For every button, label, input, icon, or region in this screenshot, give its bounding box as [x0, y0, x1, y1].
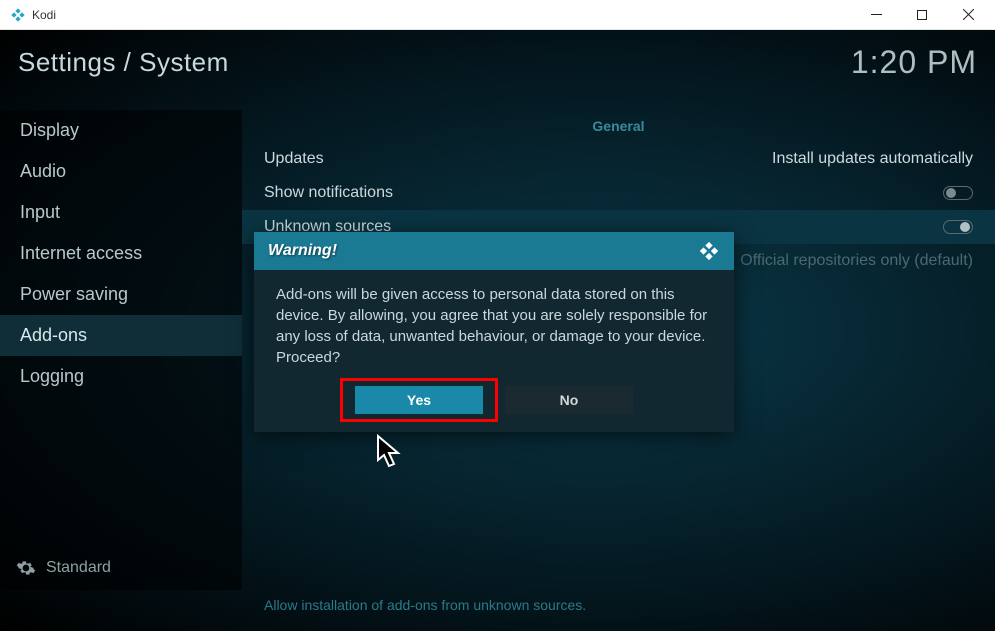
app-header: Settings / System 1:20 PM [18, 44, 977, 81]
window-title: Kodi [32, 8, 853, 22]
clock: 1:20 PM [851, 44, 977, 81]
settings-sidebar: Display Audio Input Internet access Powe… [0, 110, 242, 590]
section-header: General [242, 110, 995, 142]
minimize-button[interactable] [853, 0, 899, 30]
yes-button[interactable]: Yes [355, 386, 483, 414]
breadcrumb: Settings / System [18, 47, 229, 78]
sidebar-item-input[interactable]: Input [0, 192, 242, 233]
setting-value: Official repositories only (default) [740, 252, 973, 270]
maximize-button[interactable] [899, 0, 945, 30]
dialog-buttons: Yes No [254, 386, 734, 432]
sidebar-item-logging[interactable]: Logging [0, 356, 242, 397]
dialog-title: Warning! [268, 242, 337, 260]
sidebar-item-display[interactable]: Display [0, 110, 242, 151]
sidebar-item-power-saving[interactable]: Power saving [0, 274, 242, 315]
settings-level-label: Standard [46, 559, 111, 577]
sidebar-item-internet-access[interactable]: Internet access [0, 233, 242, 274]
window-titlebar: Kodi [0, 0, 995, 30]
dialog-body: Add-ons will be given access to personal… [254, 270, 734, 386]
toggle-off-icon[interactable] [943, 186, 973, 200]
no-button[interactable]: No [505, 386, 633, 414]
setting-updates[interactable]: Updates Install updates automatically [242, 142, 995, 176]
gear-icon [16, 558, 36, 578]
sidebar-item-addons[interactable]: Add-ons [0, 315, 242, 356]
sidebar-item-audio[interactable]: Audio [0, 151, 242, 192]
setting-label: Updates [264, 150, 324, 168]
toggle-on-icon[interactable] [943, 220, 973, 234]
help-text: Allow installation of add-ons from unkno… [264, 597, 586, 613]
close-button[interactable] [945, 0, 991, 30]
warning-dialog: Warning! Add-ons will be given access to… [254, 232, 734, 432]
setting-show-notifications[interactable]: Show notifications [242, 176, 995, 210]
setting-value: Install updates automatically [772, 150, 973, 168]
kodi-logo-icon [10, 7, 26, 23]
kodi-logo-icon [698, 240, 720, 262]
settings-level[interactable]: Standard [16, 558, 111, 578]
setting-label: Show notifications [264, 184, 393, 202]
app-body: Settings / System 1:20 PM Display Audio … [0, 30, 995, 631]
dialog-titlebar: Warning! [254, 232, 734, 270]
window-controls [853, 0, 991, 30]
